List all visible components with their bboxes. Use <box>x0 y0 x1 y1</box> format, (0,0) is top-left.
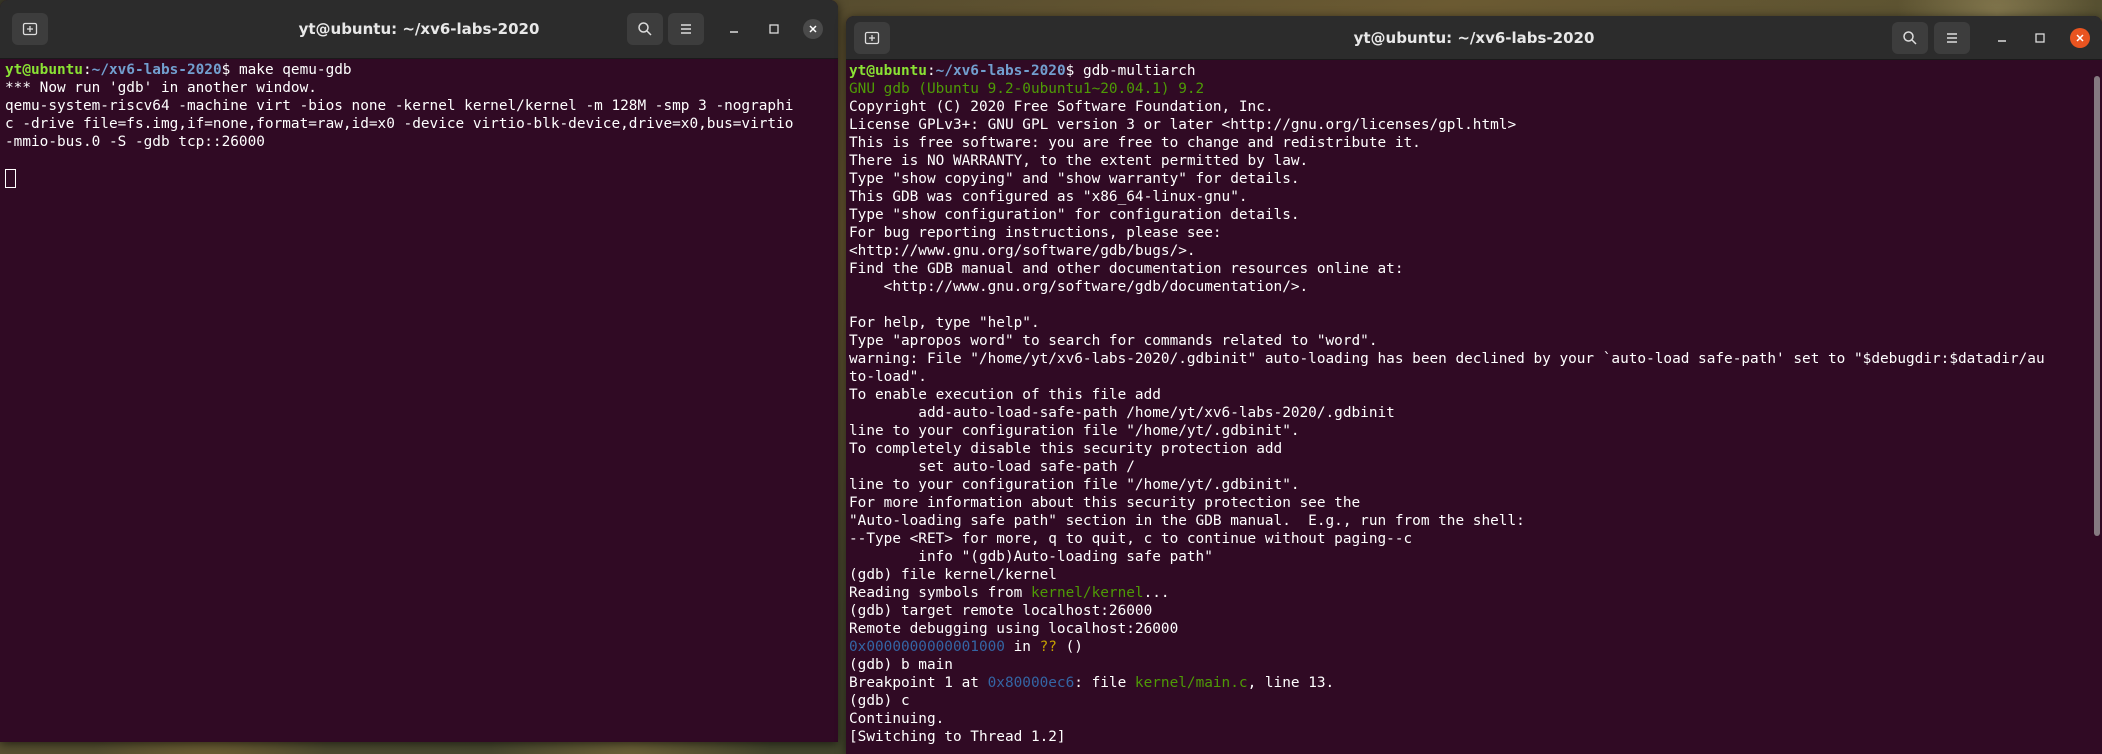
breakpoint-line: , line 13. <box>1247 675 1335 691</box>
gdb-output-line: Copyright (C) 2020 Free Software Foundat… <box>849 99 1274 115</box>
command: make qemu-gdb <box>238 62 352 78</box>
output-line: qemu-system-riscv64 -machine virt -bios … <box>5 98 794 114</box>
address-parens: () <box>1056 639 1083 655</box>
gdb-output-line: add-auto-load-safe-path /home/yt/xv6-lab… <box>849 405 1395 421</box>
thread-switch-message: [Switching to Thread 1.2] <box>849 729 1066 745</box>
gdb-command: (gdb) b main <box>849 657 953 673</box>
window-title: yt@ubuntu: ~/xv6-labs-2020 <box>1353 28 1595 47</box>
gdb-output-line: to-load". <box>849 369 927 385</box>
reading-text: Reading symbols from <box>849 585 1031 601</box>
gdb-output-line: line to your configuration file "/home/y… <box>849 477 1300 493</box>
gdb-output-line: For more information about this security… <box>849 495 1361 511</box>
titlebar[interactable]: yt@ubuntu: ~/xv6-labs-2020 <box>846 16 2102 60</box>
continuing-message: Continuing. <box>849 711 945 727</box>
gdb-output-line: This GDB was configured as "x86_64-linux… <box>849 189 1248 205</box>
terminal-output[interactable]: yt@ubuntu:~/xv6-labs-2020$ make qemu-gdb… <box>0 59 838 188</box>
gdb-output-block: Copyright (C) 2020 Free Software Foundat… <box>849 99 2045 583</box>
search-button[interactable] <box>627 13 663 45</box>
minimize-icon <box>730 31 738 33</box>
gdb-output-line: set auto-load safe-path / <box>849 459 1135 475</box>
close-icon <box>2076 33 2084 42</box>
address: 0x0000000000001000 <box>849 639 1005 655</box>
gdb-output-line: info "(gdb)Auto-loading safe path" <box>849 549 1213 565</box>
close-button[interactable] <box>803 19 823 39</box>
gdb-output-line: <http://www.gnu.org/software/gdb/documen… <box>849 279 1309 295</box>
prompt-dollar: $ <box>221 62 239 78</box>
gdb-output-line: To enable execution of this file add <box>849 387 1161 403</box>
terminal-window-gdb[interactable]: yt@ubuntu: ~/xv6-labs-2020 yt@ubuntu:~/x… <box>846 16 2102 754</box>
minimize-icon <box>1998 39 2006 42</box>
prompt-user: yt@ubuntu <box>5 62 83 78</box>
new-tab-button[interactable] <box>12 13 48 45</box>
prompt-dollar: $ <box>1065 63 1083 79</box>
new-tab-icon <box>22 22 38 36</box>
titlebar[interactable]: yt@ubuntu: ~/xv6-labs-2020 <box>0 0 838 59</box>
prompt-user: yt@ubuntu <box>849 63 927 79</box>
prompt-path: ~/xv6-labs-2020 <box>91 62 222 78</box>
new-tab-button[interactable] <box>854 21 890 54</box>
output-line: c -drive file=fs.img,if=none,format=raw,… <box>5 116 794 132</box>
search-icon <box>638 22 652 36</box>
maximize-icon <box>769 24 779 34</box>
terminal-cursor <box>5 169 16 188</box>
prompt-sep: : <box>82 62 92 78</box>
minimize-button[interactable] <box>722 17 746 41</box>
menu-button[interactable] <box>668 13 704 45</box>
command: gdb-multiarch <box>1082 63 1196 79</box>
new-tab-icon <box>864 31 880 44</box>
prompt-sep: : <box>926 63 936 79</box>
output-line: *** Now run 'gdb' in another window. <box>5 80 317 96</box>
terminal-window-qemu[interactable]: yt@ubuntu: ~/xv6-labs-2020 yt@ubuntu:~/x… <box>0 0 838 742</box>
close-button[interactable] <box>2070 27 2090 48</box>
breakpoint-file: kernel/main.c <box>1134 675 1248 691</box>
gdb-output-line: License GPLv3+: GNU GPL version 3 or lat… <box>849 117 1517 133</box>
hamburger-menu-icon <box>681 24 691 34</box>
minimize-button[interactable] <box>1990 26 2014 50</box>
breakpoint-text: Breakpoint 1 at <box>849 675 988 691</box>
terminal-output[interactable]: yt@ubuntu:~/xv6-labs-2020$ gdb-multiarch… <box>846 60 2102 746</box>
maximize-button[interactable] <box>2028 26 2052 50</box>
gdb-output-line: Type "show copying" and "show warranty" … <box>849 171 1300 187</box>
scrollbar[interactable] <box>2094 76 2100 536</box>
search-button[interactable] <box>1892 21 1928 54</box>
close-icon <box>809 25 817 33</box>
gdb-output-line: line to your configuration file "/home/y… <box>849 423 1300 439</box>
gdb-output-line: This is free software: you are free to c… <box>849 135 1421 151</box>
gdb-output-line: Find the GDB manual and other documentat… <box>849 261 1404 277</box>
search-icon <box>1903 30 1917 45</box>
gdb-output-line: warning: File "/home/yt/xv6-labs-2020/.g… <box>849 351 2045 367</box>
reading-dots: ... <box>1143 585 1170 601</box>
output-line: -mmio-bus.0 -S -gdb tcp::26000 <box>5 134 265 150</box>
gdb-output-line: <http://www.gnu.org/software/gdb/bugs/>. <box>849 243 1196 259</box>
gdb-output-line: Type "apropos word" to search for comman… <box>849 333 1378 349</box>
reading-file: kernel/kernel <box>1030 585 1144 601</box>
gdb-command: (gdb) target remote localhost:26000 <box>849 603 1153 619</box>
gdb-command: (gdb) c <box>849 693 910 709</box>
maximize-button[interactable] <box>762 17 786 41</box>
prompt-path: ~/xv6-labs-2020 <box>935 63 1066 79</box>
gdb-output-line: For bug reporting instructions, please s… <box>849 225 1222 241</box>
window-title: yt@ubuntu: ~/xv6-labs-2020 <box>298 20 540 38</box>
gdb-output-line: --Type <RET> for more, q to quit, c to c… <box>849 531 1413 547</box>
maximize-icon <box>2035 32 2045 43</box>
gdb-output-line: Type "show configuration" for configurat… <box>849 207 1300 223</box>
unknown-function: ?? <box>1039 639 1057 655</box>
gdb-output-line: "Auto-loading safe path" section in the … <box>849 513 1525 529</box>
breakpoint-address: 0x80000ec6 <box>987 675 1075 691</box>
menu-button[interactable] <box>1934 21 1970 54</box>
address-in: in <box>1004 639 1040 655</box>
hamburger-menu-icon <box>1947 32 1957 43</box>
breakpoint-file-label: : file <box>1074 675 1135 691</box>
gdb-output-line: There is NO WARRANTY, to the extent perm… <box>849 153 1309 169</box>
remote-message: Remote debugging using localhost:26000 <box>849 621 1179 637</box>
gdb-output-line: For help, type "help". <box>849 315 1040 331</box>
gdb-version: GNU gdb (Ubuntu 9.2-0ubuntu1~20.04.1) 9.… <box>849 81 1205 97</box>
gdb-output-line: (gdb) file kernel/kernel <box>849 567 1057 583</box>
gdb-output-line: To completely disable this security prot… <box>849 441 1283 457</box>
